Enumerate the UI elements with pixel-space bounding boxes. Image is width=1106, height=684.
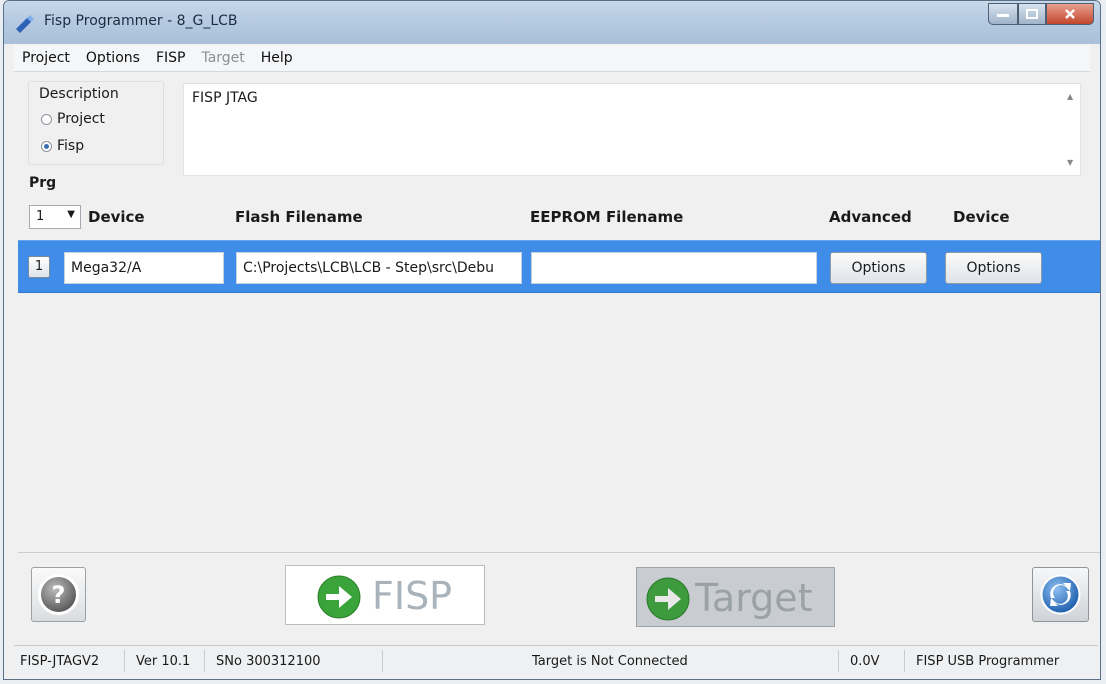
flash-filename-field[interactable]: C:\Projects\LCB\LCB - Step\src\Debu [236,252,522,284]
radio-fisp[interactable]: Fisp [41,138,84,154]
fisp-button[interactable]: FISP [285,565,485,625]
radio-fisp-label: Fisp [57,138,85,154]
header-flash-filename: Flash Filename [235,208,363,226]
status-separator [838,650,839,672]
status-separator [204,650,205,672]
refresh-button[interactable] [1032,567,1089,622]
close-icon [1065,9,1075,19]
caption-buttons [988,3,1094,25]
minimize-icon [997,14,1009,17]
menu-target[interactable]: Target [193,50,252,66]
status-voltage: 0.0V [850,654,880,669]
description-textarea[interactable]: FISP JTAG ▲ ▼ [183,83,1081,176]
status-separator [382,650,383,672]
radio-project[interactable]: Project [41,111,105,127]
description-group: Description Project Fisp [28,81,164,165]
program-row[interactable]: 1 Mega32/A C:\Projects\LCB\LCB - Step\sr… [18,240,1100,293]
status-separator [904,650,905,672]
status-target-connection: Target is Not Connected [532,654,688,669]
description-label: Description [39,86,119,102]
radio-fisp-indicator[interactable] [41,140,52,152]
advanced-options-button[interactable]: Options [830,252,927,284]
header-device: Device [88,208,145,226]
program-list-area [18,293,1100,549]
app-window: Fisp Programmer - 8_G_LCB Project Option… [3,0,1101,680]
header-device-options: Device [953,208,1010,226]
device-field[interactable]: Mega32/A [64,252,224,284]
description-scrollbar[interactable]: ▲ ▼ [1062,84,1080,175]
status-serial: SNo 300312100 [216,654,321,669]
help-button[interactable]: ? [31,567,86,622]
menu-project[interactable]: Project [14,50,78,66]
device-options-button[interactable]: Options [945,252,1042,284]
status-separator [124,650,125,672]
header-eeprom-filename: EEPROM Filename [530,208,684,226]
status-bar: FISP-JTAGV2 Ver 10.1 SNo 300312100 Targe… [14,645,1098,678]
row-number-button[interactable]: 1 [28,256,50,278]
separator [18,552,1100,553]
prg-count-select[interactable]: 1 ▼ [29,205,81,229]
radio-project-indicator[interactable] [41,113,52,125]
eeprom-filename-field[interactable] [531,252,817,284]
title-bar[interactable]: Fisp Programmer - 8_G_LCB [4,1,1100,44]
menu-options[interactable]: Options [78,50,148,66]
prg-label: Prg [29,175,57,191]
prg-count-value: 1 [36,209,45,224]
fisp-button-label: FISP [372,574,453,618]
chevron-down-icon: ▼ [67,209,75,220]
minimize-button[interactable] [988,3,1018,25]
status-version: Ver 10.1 [136,654,191,669]
menu-bar: Project Options FISP Target Help [14,45,1090,72]
maximize-button[interactable] [1018,3,1046,25]
svg-text:?: ? [52,581,66,609]
status-interface: FISP-JTAGV2 [20,654,100,669]
arrow-right-icon [317,575,361,619]
help-icon: ? [38,574,79,615]
scroll-down-icon[interactable]: ▼ [1067,158,1073,167]
header-advanced: Advanced [829,208,912,226]
close-button[interactable] [1046,3,1094,25]
window-title: Fisp Programmer - 8_G_LCB [44,13,238,29]
description-text: FISP JTAG [192,90,258,106]
status-product: FISP USB Programmer [916,654,1060,669]
scroll-up-icon[interactable]: ▲ [1067,92,1073,101]
menu-help[interactable]: Help [253,50,301,66]
programmer-app-icon [16,15,34,33]
arrow-right-icon [646,577,690,621]
target-button-label: Target [695,576,813,620]
target-button[interactable]: Target [636,567,835,627]
maximize-icon [1026,9,1038,19]
refresh-icon [1040,574,1081,615]
menu-fisp[interactable]: FISP [148,50,194,66]
radio-project-label: Project [57,111,105,127]
